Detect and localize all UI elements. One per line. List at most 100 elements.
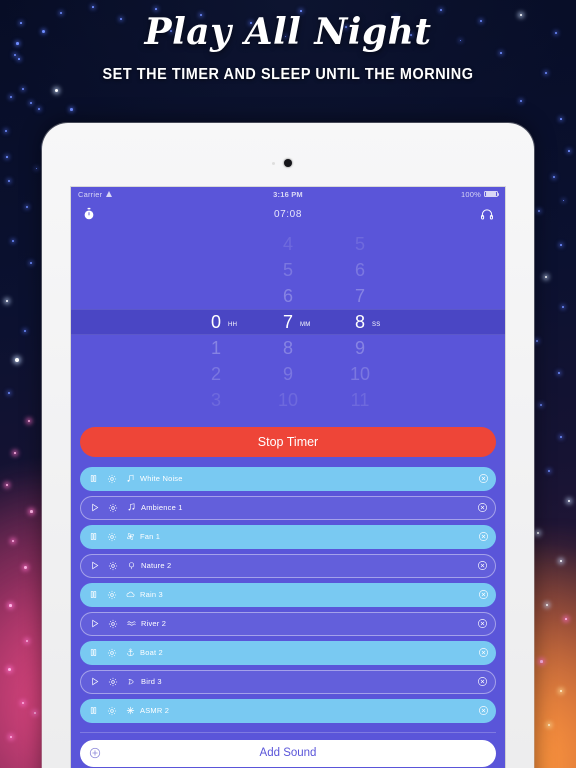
- play-icon[interactable]: [88, 559, 101, 572]
- timer-picker[interactable]: 012345HH23456789101112MM345678910111213S…: [71, 227, 505, 417]
- pause-icon[interactable]: [87, 472, 100, 485]
- picker-value[interactable]: 4: [211, 413, 221, 417]
- gear-icon[interactable]: [105, 588, 118, 601]
- star: [540, 660, 543, 663]
- picker-value[interactable]: 6: [283, 283, 293, 309]
- close-circle-icon[interactable]: [478, 531, 489, 542]
- pause-icon[interactable]: [87, 530, 100, 543]
- star: [155, 8, 157, 10]
- pause-icon[interactable]: [87, 646, 100, 659]
- play-icon[interactable]: [88, 675, 101, 688]
- picker-unit-label: SS: [372, 322, 381, 328]
- fan-icon: [124, 531, 136, 543]
- close-circle-icon[interactable]: [477, 502, 488, 513]
- star: [540, 404, 542, 406]
- picker-column-ss[interactable]: 345678910111213SS: [324, 227, 396, 417]
- stopwatch-icon[interactable]: [81, 206, 97, 222]
- promo-headline: Play All Night SET THE TIMER AND SLEEP U…: [0, 11, 576, 84]
- app-nav-bar: 07:08: [71, 201, 505, 227]
- star: [34, 712, 36, 714]
- picker-column-mm[interactable]: 23456789101112MM: [252, 227, 324, 417]
- gear-icon[interactable]: [106, 675, 119, 688]
- star: [536, 340, 538, 342]
- star: [15, 358, 19, 362]
- gear-icon[interactable]: [105, 646, 118, 659]
- cloud-icon: [124, 589, 136, 601]
- sound-row[interactable]: Fan 1: [80, 525, 496, 549]
- star: [538, 210, 540, 212]
- close-circle-icon[interactable]: [477, 618, 488, 629]
- picker-value[interactable]: 7: [355, 283, 365, 309]
- star: [22, 88, 24, 90]
- picker-value[interactable]: 9: [355, 335, 365, 361]
- sound-row[interactable]: Ambience 1: [80, 496, 496, 520]
- gear-icon[interactable]: [105, 704, 118, 717]
- play-icon[interactable]: [88, 501, 101, 514]
- picker-selected-value[interactable]: 0: [211, 309, 221, 335]
- sound-label: Ambience 1: [141, 503, 183, 513]
- star: [548, 470, 550, 472]
- gear-icon[interactable]: [105, 530, 118, 543]
- gear-icon[interactable]: [106, 559, 119, 572]
- picker-value[interactable]: 5: [283, 257, 293, 283]
- picker-value[interactable]: 5: [355, 231, 365, 257]
- star: [546, 604, 548, 606]
- sound-row[interactable]: River 2: [80, 612, 496, 636]
- picker-column-hh[interactable]: 012345HH: [180, 227, 252, 417]
- picker-value[interactable]: 3: [211, 387, 221, 413]
- picker-value[interactable]: 9: [283, 361, 293, 387]
- picker-value[interactable]: 8: [283, 335, 293, 361]
- star: [10, 736, 12, 738]
- stop-timer-button[interactable]: Stop Timer: [80, 427, 496, 457]
- picker-selected-value[interactable]: 7: [283, 309, 293, 335]
- ios-status-bar: Carrier 3:16 PM 100%: [71, 187, 505, 201]
- star: [565, 618, 567, 620]
- add-sound-section: Add Sound: [80, 731, 496, 767]
- star: [30, 102, 32, 104]
- close-circle-icon[interactable]: [478, 647, 489, 658]
- sound-row[interactable]: Boat 2: [80, 641, 496, 665]
- star: [70, 108, 73, 111]
- promo-title: Play All Night: [144, 11, 432, 53]
- gear-icon[interactable]: [106, 501, 119, 514]
- star: [55, 89, 58, 92]
- picker-value[interactable]: 2: [211, 361, 221, 387]
- close-circle-icon[interactable]: [478, 473, 489, 484]
- picker-value[interactable]: 10: [278, 387, 298, 413]
- picker-unit-label: HH: [228, 322, 238, 328]
- wifi-icon: [105, 191, 112, 197]
- picker-selected-value[interactable]: 8: [355, 309, 365, 335]
- picker-value[interactable]: 10: [350, 361, 370, 387]
- pause-icon[interactable]: [87, 588, 100, 601]
- picker-value[interactable]: 4: [283, 231, 293, 257]
- picker-value[interactable]: 11: [351, 387, 370, 413]
- picker-value[interactable]: 6: [355, 257, 365, 283]
- star: [92, 6, 94, 8]
- star: [5, 130, 7, 132]
- sound-row[interactable]: White Noise: [80, 467, 496, 491]
- star: [28, 420, 30, 422]
- star: [537, 532, 539, 534]
- sound-row[interactable]: ASMR 2: [80, 699, 496, 723]
- star: [10, 96, 12, 98]
- picker-value[interactable]: 1: [211, 335, 221, 361]
- play-icon[interactable]: [88, 617, 101, 630]
- gear-icon[interactable]: [106, 617, 119, 630]
- sound-row[interactable]: Nature 2: [80, 554, 496, 578]
- sparkle-icon: [124, 705, 136, 717]
- picker-value[interactable]: 12: [350, 413, 370, 417]
- close-circle-icon[interactable]: [477, 676, 488, 687]
- star: [12, 240, 14, 242]
- close-circle-icon[interactable]: [478, 705, 489, 716]
- music-note-icon: [124, 473, 136, 485]
- sound-row[interactable]: Rain 3: [80, 583, 496, 607]
- gear-icon[interactable]: [105, 472, 118, 485]
- sound-row[interactable]: Bird 3: [80, 670, 496, 694]
- add-sound-button[interactable]: Add Sound: [80, 739, 496, 767]
- picker-value[interactable]: 11: [279, 413, 298, 417]
- headphones-icon[interactable]: [479, 206, 495, 222]
- pause-icon[interactable]: [87, 704, 100, 717]
- star: [568, 500, 570, 502]
- close-circle-icon[interactable]: [478, 589, 489, 600]
- close-circle-icon[interactable]: [477, 560, 488, 571]
